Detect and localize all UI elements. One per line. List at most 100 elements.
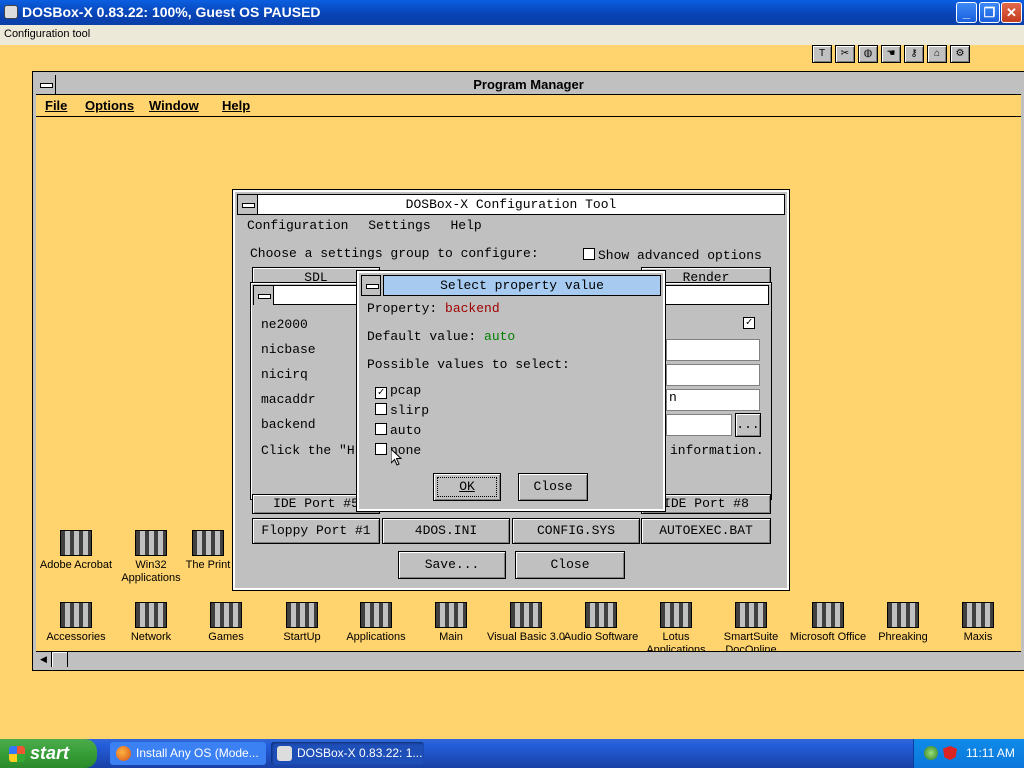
start-button[interactable]: start <box>0 739 97 768</box>
system-menu-icon[interactable] <box>361 275 381 296</box>
network-icon[interactable] <box>924 746 938 760</box>
globe-icon[interactable]: ◍ <box>858 45 878 63</box>
slirp-checkbox[interactable] <box>375 403 387 415</box>
group-icon-smartsuite-doconline[interactable]: SmartSuite DocOnline <box>711 602 791 657</box>
group-icon-audio-software[interactable]: Audio Software <box>561 602 641 644</box>
dialog-close-button[interactable]: Close <box>518 473 588 501</box>
group-icon-applications[interactable]: Applications <box>336 602 416 644</box>
menu-configuration[interactable]: Configuration <box>247 218 348 233</box>
help-hint-text: Click the "H information. <box>261 443 764 458</box>
house-icon[interactable]: ⌂ <box>927 45 947 63</box>
scroll-thumb[interactable] <box>52 652 68 667</box>
system-menu-icon[interactable] <box>238 195 258 214</box>
config-close-button[interactable]: Close <box>515 551 625 579</box>
config-tool-titlebar: DOSBox-X Configuration Tool <box>237 194 785 215</box>
auto-checkbox[interactable] <box>375 423 387 435</box>
macaddr-field[interactable]: n <box>666 389 760 411</box>
program-group-icon <box>60 530 92 556</box>
property-macaddr-label: macaddr <box>261 392 316 407</box>
property-nicbase-label: nicbase <box>261 342 316 357</box>
system-menu-icon[interactable] <box>36 75 56 94</box>
group-icon-visual-basic[interactable]: Visual Basic 3.0 <box>486 602 566 644</box>
advanced-options-checkbox[interactable] <box>583 248 595 260</box>
group-button-config-sys[interactable]: CONFIG.SYS <box>512 518 640 544</box>
property-line: Property: backend <box>367 301 500 316</box>
program-group-icon <box>812 602 844 628</box>
menu-help[interactable]: Help <box>222 98 250 113</box>
menu-help[interactable]: Help <box>450 218 481 233</box>
backend-field[interactable] <box>666 414 732 436</box>
task-dosbox[interactable]: DOSBox-X 0.83.22: 1... <box>271 742 424 765</box>
tt-icon[interactable]: T <box>812 45 832 63</box>
menu-window[interactable]: Window <box>149 98 199 113</box>
gear-icon[interactable]: ⚙ <box>950 45 970 63</box>
program-group-icon <box>192 530 224 556</box>
menu-file[interactable]: File <box>45 98 67 113</box>
pcap-checkbox[interactable]: ✓ <box>375 387 387 399</box>
group-label: Visual Basic 3.0 <box>486 631 566 643</box>
group-icon-microsoft-office[interactable]: Microsoft Office <box>788 602 868 644</box>
program-manager-title: Program Manager <box>473 77 584 92</box>
group-label: Adobe Acrobat <box>39 559 113 571</box>
ok-button[interactable]: OK <box>433 473 501 501</box>
option-auto[interactable]: auto <box>375 423 421 438</box>
property-nicirq-label: nicirq <box>261 367 308 382</box>
option-label: slirp <box>390 403 430 418</box>
security-shield-icon[interactable] <box>943 746 957 760</box>
group-icon-accessories[interactable]: Accessories <box>36 602 116 644</box>
option-label: auto <box>390 423 422 438</box>
program-group-icon <box>286 602 318 628</box>
key-icon[interactable]: ⚷ <box>904 45 924 63</box>
windows-flag-icon <box>9 746 25 762</box>
task-firefox[interactable]: Install Any OS (Mode... <box>110 742 266 765</box>
none-checkbox[interactable] <box>375 443 387 455</box>
group-icon-network[interactable]: Network <box>111 602 191 644</box>
option-pcap[interactable]: ✓ pcap <box>375 383 421 399</box>
horizontal-scrollbar[interactable]: ◀ <box>36 651 1021 667</box>
program-group-icon <box>585 602 617 628</box>
nicirq-field[interactable] <box>666 364 760 386</box>
scroll-left-icon[interactable]: ◀ <box>36 652 52 667</box>
advanced-options-toggle[interactable]: Show advanced options <box>583 248 762 263</box>
group-button-floppy-port-1[interactable]: Floppy Port #1 <box>252 518 380 544</box>
firefox-icon <box>116 746 131 761</box>
toolbar-strip: T ✂ ◍ ☚ ⚷ ⌂ ⚙ <box>812 45 978 65</box>
group-icon-the-print[interactable]: The Print <box>183 530 233 572</box>
task-label: Install Any OS (Mode... <box>136 746 259 760</box>
group-label: Main <box>439 631 463 643</box>
ne2000-checkbox[interactable]: ✓ <box>743 317 755 329</box>
group-icon-main[interactable]: Main <box>411 602 491 644</box>
clock[interactable]: 11:11 AM <box>966 746 1015 760</box>
menu-configuration-tool[interactable]: Configuration tool <box>4 28 90 40</box>
task-label: DOSBox-X 0.83.22: 1... <box>297 746 423 760</box>
group-button-4dos-ini[interactable]: 4DOS.INI <box>382 518 510 544</box>
group-icon-lotus-applications[interactable]: Lotus Applications <box>636 602 716 657</box>
nicbase-field[interactable] <box>666 339 760 361</box>
program-group-icon <box>435 602 467 628</box>
program-group-icon <box>135 602 167 628</box>
group-label: StartUp <box>283 631 321 643</box>
group-icon-games[interactable]: Games <box>186 602 266 644</box>
group-icon-phreaking[interactable]: Phreaking <box>863 602 943 644</box>
scissors-icon[interactable]: ✂ <box>835 45 855 63</box>
close-button[interactable]: ✕ <box>1001 2 1022 23</box>
restore-button[interactable]: ❐ <box>979 2 1000 23</box>
option-slirp[interactable]: slirp <box>375 403 429 418</box>
taskbar: start Install Any OS (Mode... DOSBox-X 0… <box>0 739 1024 768</box>
system-menu-icon[interactable] <box>254 286 274 305</box>
hand-icon[interactable]: ☚ <box>881 45 901 63</box>
group-icon-adobe-acrobat[interactable]: Adobe Acrobat <box>36 530 116 572</box>
backend-browse-button[interactable]: ... <box>735 413 761 437</box>
menu-settings[interactable]: Settings <box>368 218 430 233</box>
property-value: backend <box>445 301 500 316</box>
dosbox-app-icon[interactable] <box>4 5 18 19</box>
group-button-autoexec-bat[interactable]: AUTOEXEC.BAT <box>641 518 771 544</box>
group-icon-maxis[interactable]: Maxis <box>938 602 1018 644</box>
select-property-title: Select property value <box>383 275 661 296</box>
group-icon-win32-applications[interactable]: Win32 Applications <box>111 530 191 585</box>
group-icon-startup[interactable]: StartUp <box>262 602 342 644</box>
save-button[interactable]: Save... <box>398 551 506 579</box>
program-group-icon <box>510 602 542 628</box>
menu-options[interactable]: Options <box>85 98 134 113</box>
minimize-button[interactable]: _ <box>956 2 977 23</box>
